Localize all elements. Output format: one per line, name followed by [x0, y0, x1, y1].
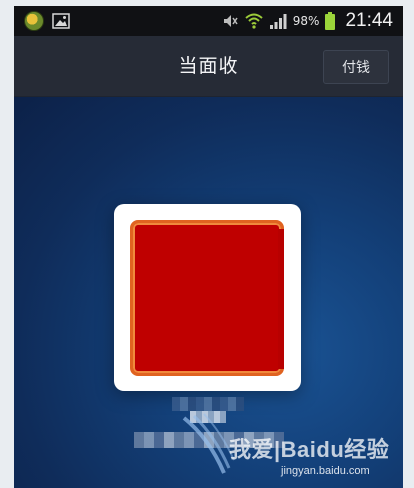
- watermark-url: jingyan.baidu.com: [281, 465, 370, 477]
- status-clock: 21:44: [345, 10, 393, 31]
- battery-icon: [325, 12, 336, 30]
- battery-percent: 98%: [292, 14, 320, 28]
- mute-icon: [223, 15, 238, 27]
- wifi-icon: [245, 13, 263, 29]
- status-bar: 98% 21:44: [14, 6, 403, 36]
- gallery-icon: [52, 13, 70, 29]
- receive-money-panel: 我爱|Baidu经验 jingyan.baidu.com: [14, 97, 403, 488]
- status-bar-right: 98% 21:44: [221, 8, 393, 34]
- app-icon: [24, 11, 44, 31]
- signal-icon: [269, 14, 287, 29]
- qr-code-redacted: [130, 220, 284, 376]
- qr-code-card: [114, 204, 301, 391]
- watermark-text: 我爱|Baidu经验: [229, 437, 390, 462]
- title-bar: 当面收 付钱: [14, 36, 403, 97]
- phone-screen: 98% 21:44 当面收 付钱 我爱|Baidu经验 jingyan.baid…: [14, 6, 403, 488]
- baidu-jingyan-watermark: 我爱|Baidu经验 jingyan.baidu.com: [182, 413, 399, 488]
- pay-button[interactable]: 付钱: [323, 50, 389, 84]
- status-bar-left: [24, 11, 70, 31]
